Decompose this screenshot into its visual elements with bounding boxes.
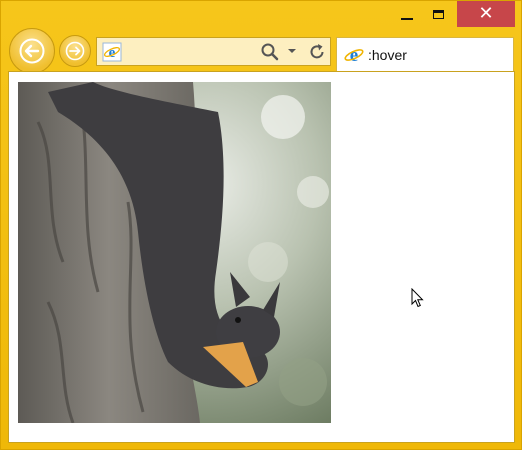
refresh-icon[interactable] [307, 42, 327, 62]
minimize-button[interactable] [393, 1, 420, 27]
tab-hover[interactable]: e :hover [336, 37, 514, 71]
chevron-down-icon[interactable] [287, 47, 297, 55]
address-bar[interactable]: e [96, 37, 331, 66]
minimize-icon [400, 18, 413, 20]
forward-button[interactable] [59, 35, 91, 67]
browser-window: ✕ e e:hover [0, 0, 522, 450]
maximize-icon [433, 9, 444, 19]
maximize-button[interactable] [425, 1, 452, 27]
tab-title: :hover [368, 47, 407, 63]
back-arrow-icon [19, 38, 45, 64]
page-content [8, 71, 515, 443]
mouse-pointer-icon [411, 288, 424, 308]
ie-icon: e [102, 42, 122, 62]
svg-text:e: e [350, 45, 358, 66]
back-button[interactable] [9, 28, 55, 74]
ie-icon: e [344, 45, 364, 66]
forward-arrow-icon [65, 41, 85, 61]
close-button[interactable]: ✕ [457, 1, 515, 27]
squirrel-photo [18, 82, 331, 423]
address-input[interactable] [125, 42, 279, 64]
search-icon[interactable] [260, 42, 280, 62]
close-icon: ✕ [478, 3, 494, 24]
